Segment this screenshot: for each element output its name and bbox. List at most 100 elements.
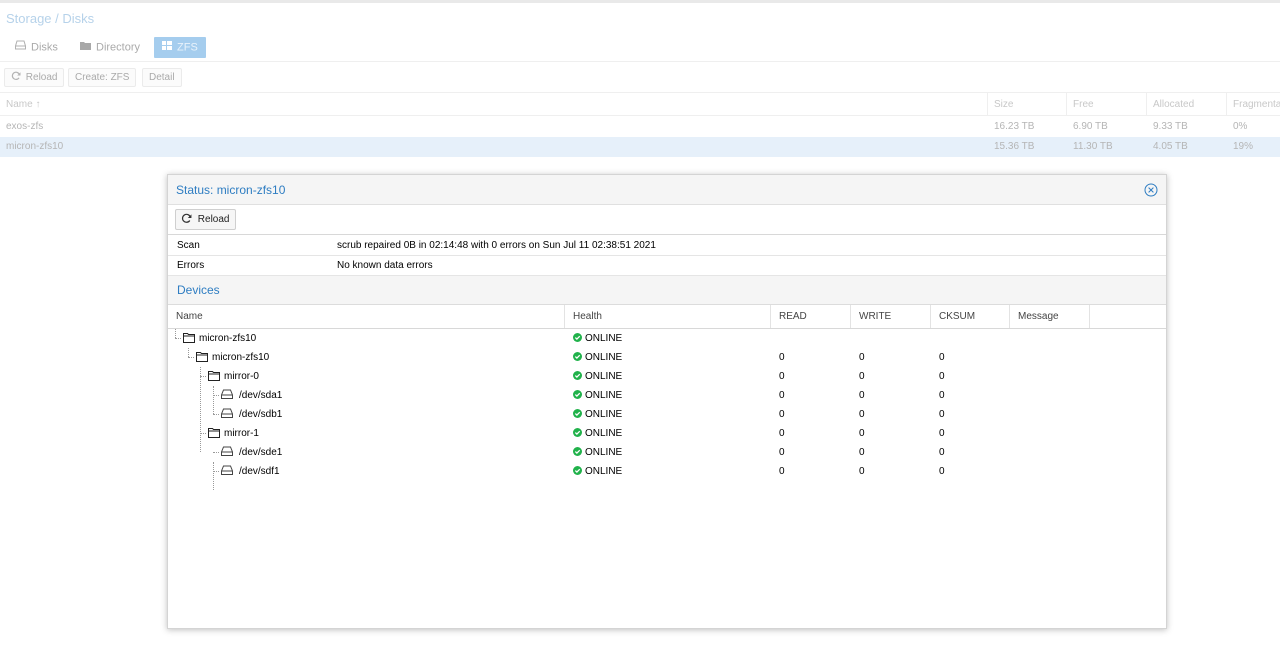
pool-name: micron-zfs10 [6, 141, 64, 152]
health-status: ONLINE [585, 390, 623, 401]
scan-label: Scan [177, 240, 200, 251]
device-cksum: 0 [939, 447, 945, 458]
health-status: ONLINE [585, 409, 623, 420]
device-read: 0 [779, 447, 785, 458]
folder-icon [208, 370, 224, 382]
errors-label: Errors [177, 260, 205, 271]
device-write: 0 [859, 466, 865, 477]
pool-row[interactable]: exos-zfs 16.23 TB 6.90 TB 9.33 TB 0% [0, 117, 1280, 137]
online-check-icon [573, 446, 585, 458]
col-name[interactable]: Name ↑ [0, 93, 40, 116]
device-read: 0 [779, 409, 785, 420]
device-health: ONLINE [573, 329, 622, 348]
device-health: ONLINE [573, 462, 622, 481]
device-row[interactable]: /dev/sde1 ONLINE 0 0 0 [168, 443, 1166, 462]
zfs-status-window: Status: micron-zfs10 Reload Scan scrub r… [167, 174, 1167, 629]
create-zfs-button[interactable]: Create: ZFS [68, 68, 137, 87]
device-cksum: 0 [939, 352, 945, 363]
bg-reload-label: Reload [25, 72, 58, 83]
device-row[interactable]: micron-zfs10 ONLINE [168, 329, 1166, 348]
errors-row: Errors No known data errors [168, 256, 1166, 276]
device-row[interactable]: /dev/sda1 ONLINE 0 0 0 [168, 386, 1166, 405]
device-row[interactable]: /dev/sdb1 ONLINE 0 0 0 [168, 405, 1166, 424]
pool-row-selected[interactable]: micron-zfs10 15.36 TB 11.30 TB 4.05 TB 1… [0, 137, 1280, 157]
pool-size: 15.36 TB [994, 141, 1035, 152]
device-row[interactable]: mirror-1 ONLINE 0 0 0 [168, 424, 1166, 443]
tab-disks[interactable]: Disks [15, 37, 58, 58]
device-health: ONLINE [573, 405, 622, 424]
tab-zfs-label: ZFS [177, 41, 198, 54]
device-read: 0 [779, 352, 785, 363]
device-name: mirror-0 [224, 371, 259, 382]
device-write: 0 [859, 371, 865, 382]
panel-toolbar: Reload Create: ZFS Detail [0, 63, 1280, 93]
device-cksum: 0 [939, 409, 945, 420]
disk-icon [221, 446, 236, 458]
device-row[interactable]: micron-zfs10 ONLINE 0 0 0 [168, 348, 1166, 367]
disk-icon [221, 465, 236, 477]
col-health[interactable]: Health [565, 305, 771, 328]
device-write: 0 [859, 447, 865, 458]
tree-guide-line [200, 367, 201, 452]
device-name: /dev/sda1 [239, 390, 283, 401]
tab-directory-label: Directory [96, 41, 141, 54]
reload-button[interactable]: Reload [175, 209, 237, 230]
tab-bar: Disks Directory ZFS [0, 36, 1280, 62]
device-name: mirror-1 [224, 428, 259, 439]
device-name: micron-zfs10 [199, 333, 257, 344]
device-name-cell: micron-zfs10 [196, 348, 269, 367]
bg-reload-button[interactable]: Reload [4, 68, 65, 87]
tab-zfs[interactable]: ZFS [154, 37, 206, 58]
online-check-icon [573, 408, 585, 420]
tree-connector [175, 338, 181, 339]
device-name-cell: /dev/sdf1 [221, 462, 280, 481]
col-allocated[interactable]: Allocated [1146, 93, 1224, 116]
device-name: micron-zfs10 [212, 352, 270, 363]
folder-icon [208, 427, 224, 439]
col-name-label: Name [6, 99, 33, 110]
disk-icon [221, 389, 236, 401]
close-icon[interactable] [1144, 183, 1158, 197]
col-write[interactable]: WRITE [851, 305, 931, 328]
tab-disks-label: Disks [31, 41, 58, 54]
device-name-cell: /dev/sda1 [221, 386, 282, 405]
tree-connector [188, 357, 194, 358]
pool-grid-header: Name ↑ Size Free Allocated Fragmenta [0, 93, 1280, 116]
tree-guide-line [213, 386, 214, 414]
tab-directory[interactable]: Directory [80, 37, 140, 58]
online-check-icon [573, 427, 585, 439]
device-write: 0 [859, 409, 865, 420]
pool-allocated: 9.33 TB [1153, 121, 1188, 132]
window-header[interactable]: Status: micron-zfs10 [168, 175, 1166, 205]
col-fragmentation[interactable]: Fragmenta [1226, 93, 1280, 116]
pool-name: exos-zfs [6, 121, 44, 132]
device-row[interactable]: /dev/sdf1 ONLINE 0 0 0 [168, 462, 1166, 481]
device-cksum: 0 [939, 390, 945, 401]
health-status: ONLINE [585, 466, 623, 477]
folder-icon [196, 351, 212, 363]
scan-value: scrub repaired 0B in 02:14:48 with 0 err… [337, 240, 656, 251]
tree-guide-line [213, 462, 214, 490]
col-device-name[interactable]: Name [168, 305, 565, 328]
device-name-cell: /dev/sde1 [221, 443, 282, 462]
tree-connector [213, 452, 219, 453]
detail-button[interactable]: Detail [142, 68, 182, 87]
col-free[interactable]: Free [1066, 93, 1144, 116]
device-health: ONLINE [573, 367, 622, 386]
device-health: ONLINE [573, 443, 622, 462]
device-read: 0 [779, 390, 785, 401]
col-size[interactable]: Size [987, 93, 1065, 116]
device-cksum: 0 [939, 371, 945, 382]
pool-free: 11.30 TB [1073, 141, 1113, 152]
device-write: 0 [859, 390, 865, 401]
device-name-cell: mirror-1 [208, 424, 259, 443]
devices-header: Devices [168, 276, 1166, 305]
device-cksum: 0 [939, 466, 945, 477]
device-read: 0 [779, 428, 785, 439]
col-message[interactable]: Message [1010, 305, 1090, 328]
device-row[interactable]: mirror-0 ONLINE 0 0 0 [168, 367, 1166, 386]
col-cksum[interactable]: CKSUM [931, 305, 1010, 328]
col-read[interactable]: READ [771, 305, 851, 328]
pool-frag: 0% [1233, 121, 1248, 132]
panel-title: Storage / Disks [6, 11, 95, 26]
